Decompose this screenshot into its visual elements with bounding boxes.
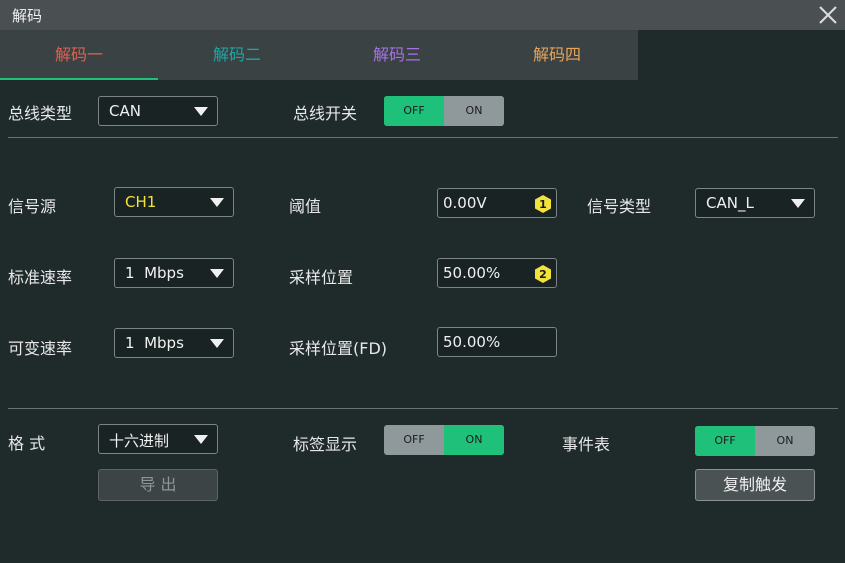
- tab-decode-2[interactable]: 解码二: [158, 30, 316, 80]
- threshold-label: 阈值: [289, 197, 322, 216]
- chevron-down-icon: [210, 339, 224, 348]
- std-rate-label: 标准速率: [8, 268, 73, 287]
- chevron-down-icon: [210, 198, 224, 207]
- bus-switch-toggle[interactable]: OFF ON: [384, 96, 504, 126]
- var-rate-select[interactable]: 1 Mbps: [114, 328, 234, 358]
- close-icon[interactable]: [817, 4, 839, 26]
- hexagon-badge-icon: 1: [535, 195, 551, 213]
- chevron-down-icon: [194, 107, 208, 116]
- chevron-down-icon: [210, 269, 224, 278]
- tag-display-toggle[interactable]: OFF ON: [384, 425, 504, 455]
- chevron-down-icon: [791, 199, 805, 208]
- signal-type-label: 信号类型: [587, 197, 652, 216]
- event-table-on[interactable]: ON: [755, 426, 815, 456]
- bus-switch-label: 总线开关: [293, 104, 358, 123]
- signal-type-select[interactable]: CAN_L: [695, 188, 815, 218]
- bus-switch-on[interactable]: ON: [444, 96, 504, 126]
- bus-switch-off[interactable]: OFF: [384, 96, 444, 126]
- copy-trigger-button[interactable]: 复制触发: [695, 469, 815, 501]
- tag-display-label: 标签显示: [293, 435, 358, 454]
- signal-source-value: CH1: [125, 193, 157, 211]
- hexagon-badge-icon: 2: [535, 265, 551, 283]
- var-rate-label: 可变速率: [8, 339, 73, 358]
- event-table-toggle[interactable]: OFF ON: [695, 426, 815, 456]
- format-select[interactable]: 十六进制: [98, 424, 218, 454]
- event-table-label: 事件表: [562, 435, 611, 454]
- bus-type-value: CAN: [109, 102, 141, 120]
- threshold-badge-number: 1: [539, 198, 547, 211]
- window-title: 解码: [12, 7, 43, 25]
- tab-decode-1[interactable]: 解码一: [0, 30, 158, 80]
- threshold-input[interactable]: 0.00V 1: [437, 188, 557, 218]
- tab-decode-3[interactable]: 解码三: [318, 30, 476, 80]
- decode-tabs: 解码一 解码二 解码三 解码四: [0, 30, 638, 80]
- export-button[interactable]: 导 出: [98, 469, 218, 501]
- sample-pos-fd-value: 50.00%: [443, 333, 501, 351]
- format-label: 格 式: [8, 434, 46, 453]
- sample-pos-value: 50.00%: [443, 264, 501, 282]
- divider: [8, 408, 838, 409]
- tag-display-on[interactable]: ON: [444, 425, 504, 455]
- threshold-value: 0.00V: [443, 194, 487, 212]
- signal-source-select[interactable]: CH1: [114, 187, 234, 217]
- sample-pos-fd-label: 采样位置(FD): [289, 339, 388, 358]
- std-rate-select[interactable]: 1 Mbps: [114, 258, 234, 288]
- divider: [8, 137, 838, 138]
- signal-source-label: 信号源: [8, 197, 57, 216]
- signal-type-value: CAN_L: [706, 194, 754, 212]
- std-rate-value: 1 Mbps: [125, 264, 184, 282]
- tag-display-off[interactable]: OFF: [384, 425, 444, 455]
- chevron-down-icon: [194, 435, 208, 444]
- bus-type-select[interactable]: CAN: [98, 96, 218, 126]
- tab-decode-4[interactable]: 解码四: [478, 30, 636, 80]
- sample-pos-input[interactable]: 50.00% 2: [437, 258, 557, 288]
- bus-type-label: 总线类型: [8, 104, 73, 123]
- sample-pos-fd-input[interactable]: 50.00%: [437, 327, 557, 357]
- sample-pos-label: 采样位置: [289, 268, 354, 287]
- title-bar: 解码: [0, 0, 845, 30]
- sample-pos-badge-number: 2: [539, 268, 547, 281]
- format-value: 十六进制: [109, 432, 170, 450]
- var-rate-value: 1 Mbps: [125, 334, 184, 352]
- event-table-off[interactable]: OFF: [695, 426, 755, 456]
